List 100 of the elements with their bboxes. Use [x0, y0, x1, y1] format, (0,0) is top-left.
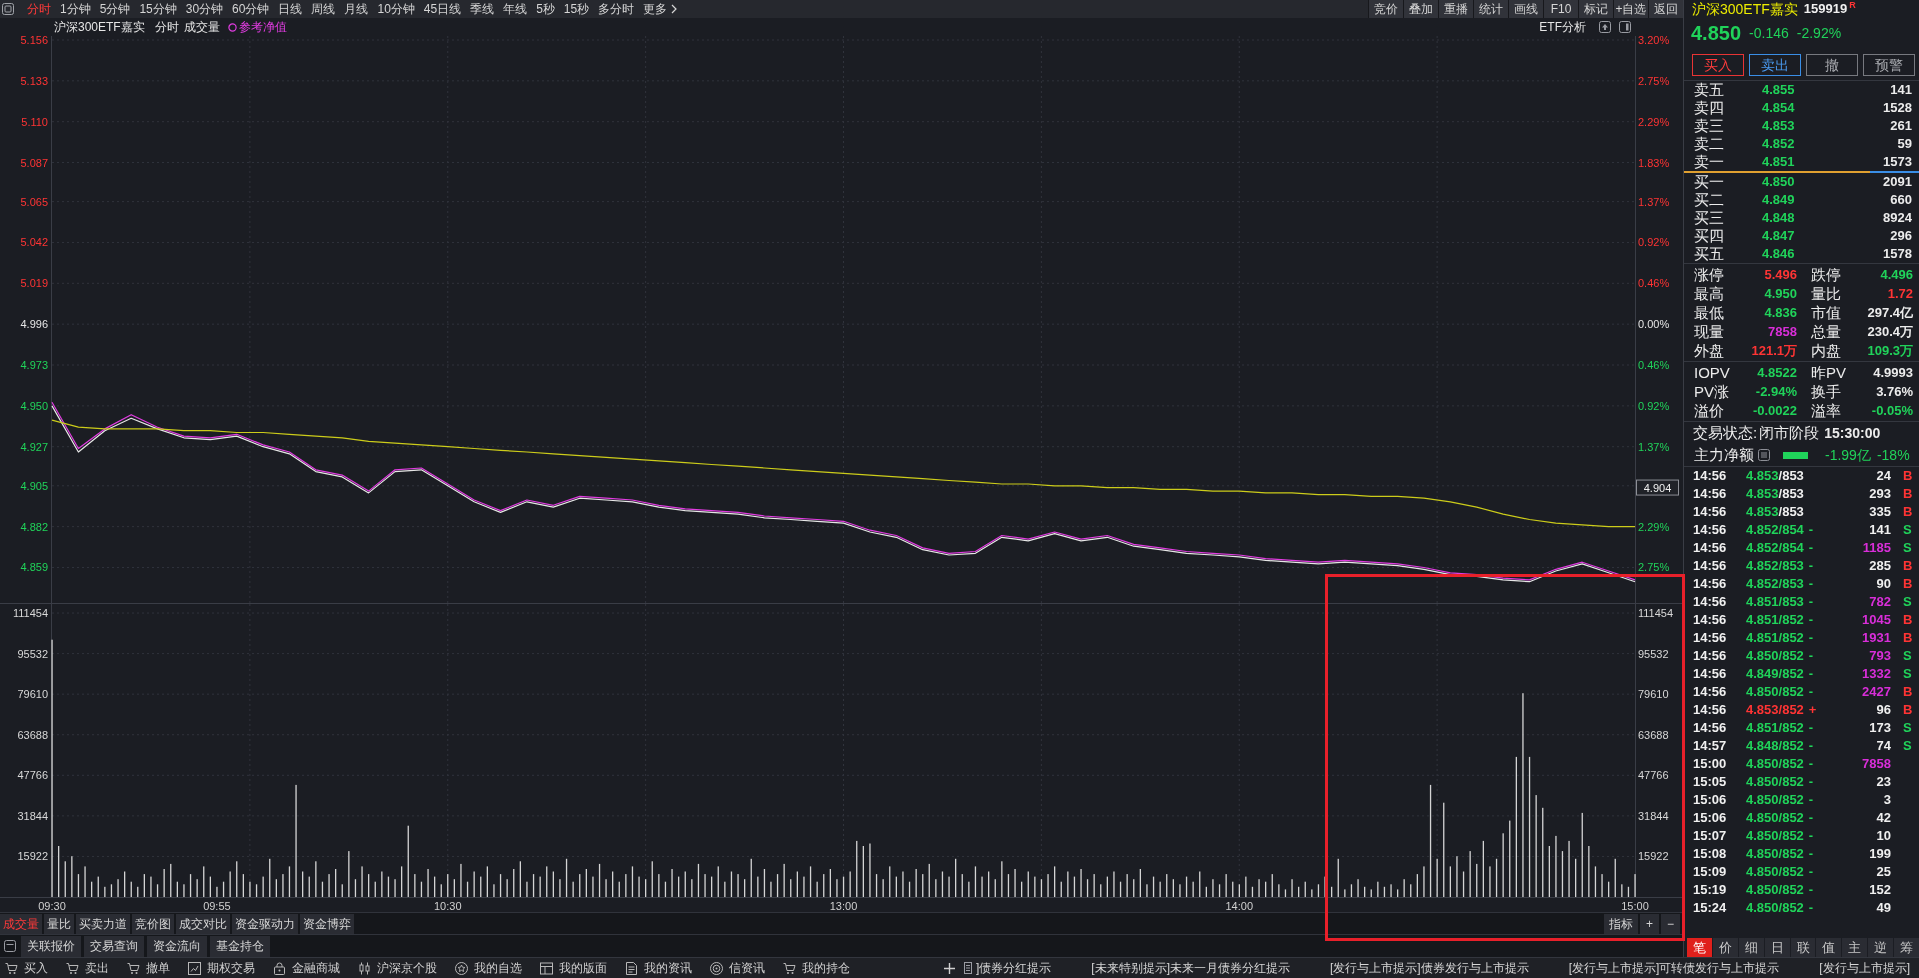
volume-axis-label: 47766: [1638, 769, 1669, 782]
trade-button[interactable]: 撤: [1806, 54, 1858, 76]
news-ticker-item[interactable]: [发行与上市提示]可转债发行与上市提示: [1568, 958, 1780, 978]
info-tab[interactable]: 交易查询: [84, 935, 144, 957]
plus-icon[interactable]: [944, 962, 955, 974]
side-panel-icon[interactable]: [1619, 21, 1631, 33]
order-volume: 2091: [1883, 173, 1912, 191]
indicator-tab[interactable]: 成交量: [0, 913, 42, 934]
order-level-label: 买一: [1694, 173, 1725, 191]
taskbar-button[interactable]: 沪深京个股: [358, 958, 437, 978]
detail-tab[interactable]: 价: [1712, 938, 1738, 957]
trade-button[interactable]: 买入: [1692, 54, 1744, 76]
taskbar-button[interactable]: 买入: [5, 958, 48, 978]
toolbar-button[interactable]: 统计: [1473, 0, 1508, 18]
percent-axis-label: 1.83%: [1638, 156, 1670, 169]
taskbar-button[interactable]: 我的自选: [455, 958, 522, 978]
toolbar-button[interactable]: 竞价: [1368, 0, 1403, 18]
taskbar-button[interactable]: 我的版面: [540, 958, 607, 978]
period-tab[interactable]: 分时: [27, 0, 51, 18]
news-ticker-item[interactable]: [发行与上市提示]: [1819, 958, 1911, 978]
order-volume: 296: [1890, 227, 1912, 245]
upload-icon[interactable]: [1599, 21, 1611, 33]
trade-side: B: [1903, 485, 1913, 503]
trade-direction-mark: -: [1808, 539, 1814, 557]
period-tab[interactable]: 季线: [470, 0, 495, 18]
detail-tab[interactable]: 逆: [1868, 938, 1894, 957]
price-axis-label: 5.065: [20, 195, 48, 208]
detail-tab[interactable]: 日: [1764, 938, 1790, 957]
indicator-control-button[interactable]: +: [1640, 913, 1659, 934]
period-tab[interactable]: 5分钟: [99, 0, 131, 18]
news-ticker-item[interactable]: ]债券分红提示: [976, 958, 1052, 978]
trade-button[interactable]: 卖出: [1749, 54, 1801, 76]
period-tab[interactable]: 年线: [503, 0, 528, 18]
detail-tab[interactable]: 值: [1816, 938, 1842, 957]
detail-tab[interactable]: 联: [1790, 938, 1816, 957]
indicator-control-button[interactable]: −: [1661, 913, 1680, 934]
toolbar-button[interactable]: F10: [1543, 0, 1578, 18]
info-tab[interactable]: 基金持仓: [210, 935, 270, 957]
toolbar-button[interactable]: 返回: [1648, 0, 1683, 18]
indicator-tab[interactable]: 成交对比: [176, 913, 230, 934]
taskbar-button[interactable]: 信资讯: [710, 958, 765, 978]
taskbar-button[interactable]: 卖出: [66, 958, 109, 978]
trade-button[interactable]: 预警: [1863, 54, 1915, 76]
panel-icon[interactable]: [4, 940, 16, 952]
indicator-tab[interactable]: 资金博弈: [300, 913, 354, 934]
indicator-control-button[interactable]: 指标: [1604, 913, 1638, 934]
detail-tab[interactable]: 细: [1738, 938, 1764, 957]
detail-tab[interactable]: 筹: [1894, 938, 1919, 957]
toolbar-button[interactable]: 重播: [1438, 0, 1473, 18]
news-ticker-item[interactable]: [未来特别提示]未来一月债券分红提示: [1091, 958, 1290, 978]
period-tab[interactable]: 45日线: [423, 0, 462, 18]
period-tab[interactable]: 10分钟: [377, 0, 415, 18]
indicator-tab[interactable]: 量比: [44, 913, 74, 934]
detail-tab[interactable]: 主: [1842, 938, 1868, 957]
period-tab[interactable]: 15分钟: [139, 0, 177, 18]
volume-axis-label: 95532: [1638, 647, 1669, 660]
stat-label: IOPV: [1694, 363, 1731, 382]
toolbar-button[interactable]: 画线: [1508, 0, 1543, 18]
news-ticker-item[interactable]: [发行与上市提示]债券发行与上市提示: [1330, 958, 1529, 978]
period-tab[interactable]: 月线: [344, 0, 369, 18]
toolbar-button[interactable]: 标记: [1578, 0, 1613, 18]
toolbar-button[interactable]: +自选: [1613, 0, 1648, 18]
taskbar-button[interactable]: 金融商城: [273, 958, 340, 978]
taskbar-button[interactable]: 我的持仓: [783, 958, 850, 978]
trade-price: 4.850/852: [1746, 755, 1804, 773]
indicator-tab[interactable]: 买卖力道: [76, 913, 130, 934]
percent-axis-label: 2.75%: [1638, 74, 1670, 87]
info-tab[interactable]: 资金流向: [147, 935, 207, 957]
period-tab[interactable]: 多分时: [598, 0, 635, 18]
cart-icon: [783, 961, 796, 975]
trade-direction-mark: -: [1808, 611, 1814, 629]
volume-bar: [1040, 879, 1043, 897]
period-tab[interactable]: 30分钟: [185, 0, 224, 18]
order-volume: 1573: [1883, 153, 1912, 171]
period-tab[interactable]: 5秒: [536, 0, 555, 18]
list-icon[interactable]: [1758, 449, 1770, 461]
trade-volume: 152: [1868, 881, 1891, 899]
list-icon[interactable]: [964, 962, 972, 974]
period-tab[interactable]: 日线: [278, 0, 303, 18]
taskbar-button[interactable]: 撤单: [127, 958, 170, 978]
taskbar-button[interactable]: 期权交易: [188, 958, 255, 978]
taskbar-button[interactable]: 我的资讯: [625, 958, 692, 978]
more-button[interactable]: 更多: [643, 0, 678, 18]
trade-volume: 23: [1875, 773, 1891, 791]
indicator-tab[interactable]: 竞价图: [132, 913, 174, 934]
period-tab[interactable]: 1分钟: [60, 0, 91, 18]
detail-tab[interactable]: 笔: [1687, 938, 1712, 957]
etf-analysis-button[interactable]: ETF分析: [1539, 18, 1586, 36]
info-tab[interactable]: 关联报价: [21, 935, 81, 957]
volume-bar: [466, 881, 469, 897]
indicator-tab[interactable]: 资金驱动力: [232, 913, 298, 934]
volume-bar: [1284, 889, 1287, 897]
period-tab[interactable]: 周线: [311, 0, 336, 18]
period-tab[interactable]: 15秒: [563, 0, 590, 18]
toolbar-button[interactable]: 叠加: [1403, 0, 1438, 18]
volume-bar: [156, 884, 159, 897]
panel-toggle-icon[interactable]: [2, 3, 14, 15]
period-tab[interactable]: 60分钟: [232, 0, 270, 18]
volume-bar: [532, 874, 535, 897]
trade-time: 14:56: [1693, 503, 1728, 521]
